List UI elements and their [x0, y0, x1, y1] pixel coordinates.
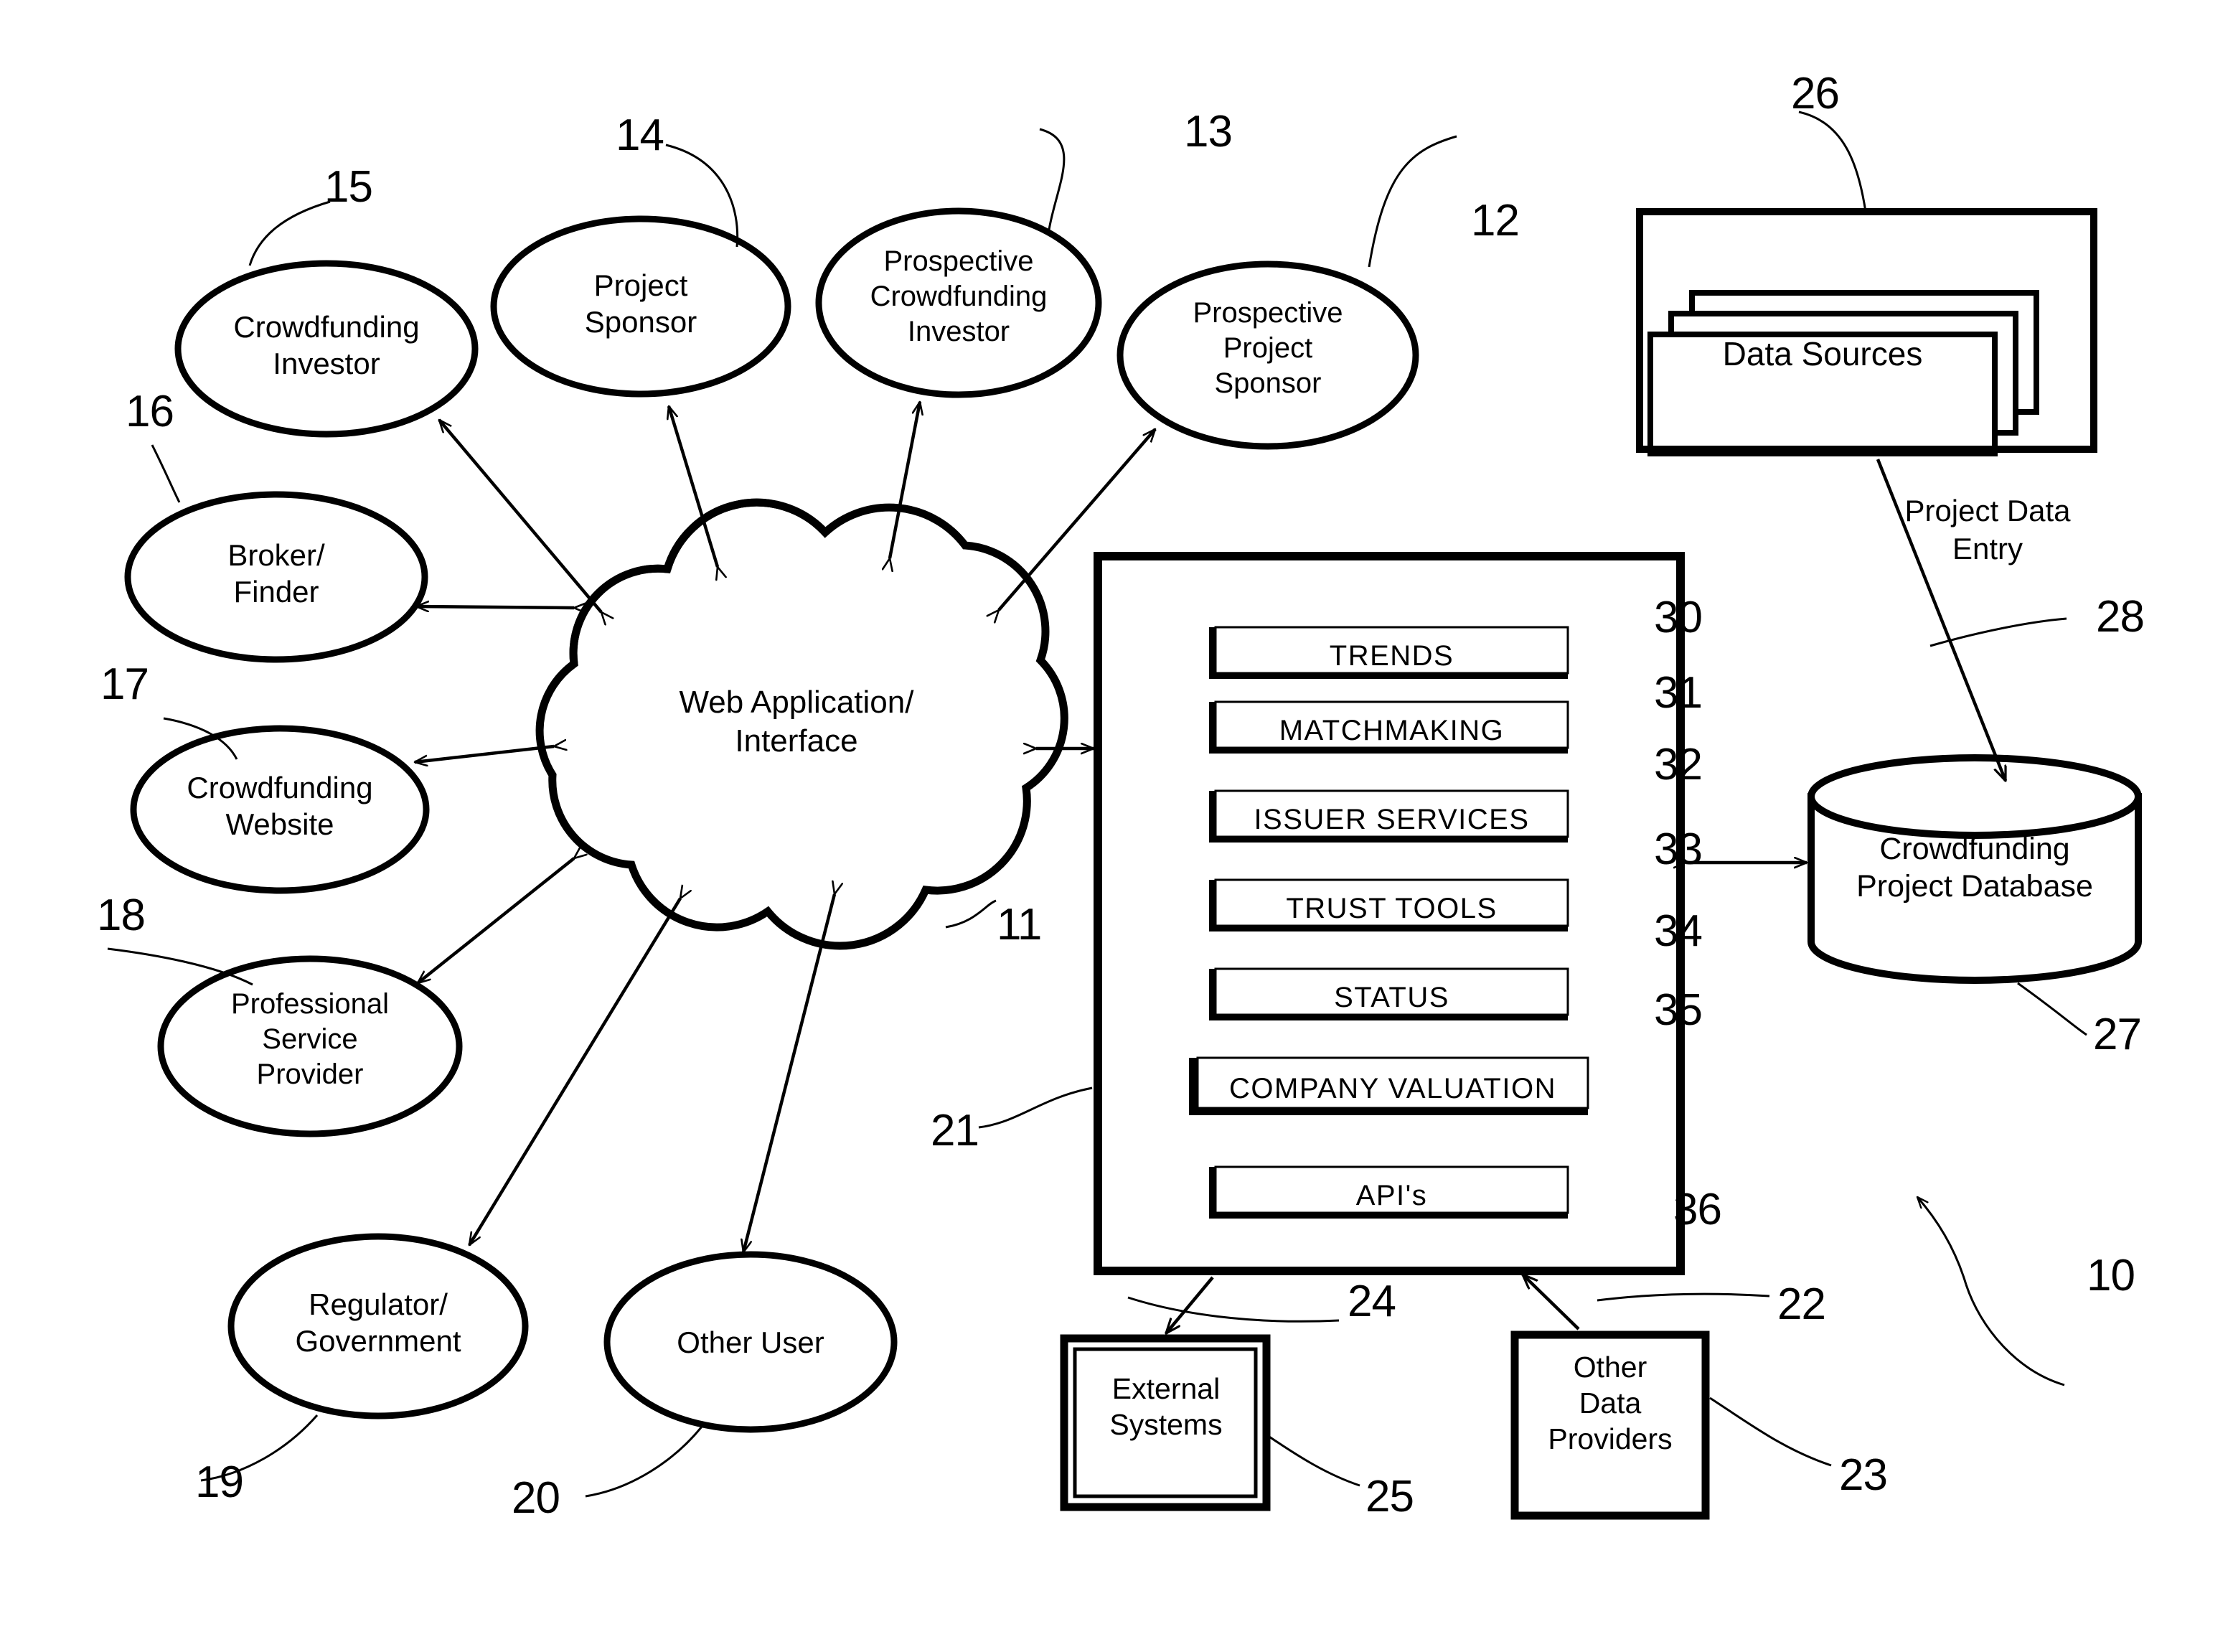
module-label-issuer-services: ISSUER SERVICES: [1254, 804, 1530, 835]
node-shape-data-sources: [1636, 208, 2097, 456]
patent-diagram-canvas: Crowdfunding Investor Project Sponsor Pr…: [0, 0, 2233, 1652]
ref-number-18: 18: [97, 891, 146, 940]
node-shape-web-application-cloud: [535, 498, 1068, 950]
node-shape-other-user: [603, 1251, 898, 1433]
ref-number-24: 24: [1348, 1277, 1396, 1326]
ref-number-28: 28: [2096, 592, 2145, 642]
node-shape-prospective-crowdfunding-investor: [815, 207, 1102, 398]
edge-label-project-data-entry: Project Data Entry: [1904, 494, 2071, 565]
ref-number-11: 11: [997, 900, 1042, 949]
node-shape-regulator-government: [227, 1233, 529, 1419]
ref-number-31: 31: [1654, 668, 1703, 718]
module-label-status: STATUS: [1334, 982, 1449, 1013]
node-shape-prospective-project-sponsor: [1116, 261, 1419, 450]
node-shape-crowdfunding-investor: [174, 260, 479, 438]
ref-number-30: 30: [1654, 593, 1703, 642]
node-shape-professional-service-provider: [157, 955, 463, 1137]
diagram-vector-layer: [107, 111, 2142, 1520]
ref-number-16: 16: [126, 387, 174, 436]
module-label-trust-tools: TRUST TOOLS: [1286, 893, 1498, 924]
module-label-trends: TRENDS: [1329, 640, 1454, 672]
module-label-matchmaking: MATCHMAKING: [1279, 715, 1505, 746]
ref-number-32: 32: [1654, 740, 1703, 789]
node-shape-broker-finder: [124, 491, 428, 663]
ref-number-12: 12: [1471, 196, 1520, 245]
ref-number-33: 33: [1654, 825, 1703, 874]
module-label-apis: API's: [1355, 1180, 1428, 1211]
ref-number-27: 27: [2093, 1010, 2142, 1059]
node-shape-other-data-providers: [1510, 1330, 1710, 1520]
ref-number-13: 13: [1184, 107, 1233, 156]
module-label-company-valuation: COMPANY VALUATION: [1229, 1073, 1556, 1104]
ref-number-23: 23: [1839, 1450, 1888, 1500]
node-shape-external-systems: [1060, 1334, 1271, 1511]
ref-number-26: 26: [1791, 69, 1840, 118]
ref-number-17: 17: [100, 660, 149, 709]
ref-number-22: 22: [1777, 1280, 1826, 1329]
ref-number-14: 14: [616, 111, 664, 160]
ref-number-15: 15: [324, 162, 373, 212]
ref-number-21: 21: [931, 1106, 979, 1155]
ref-number-10: 10: [2087, 1251, 2135, 1300]
node-shape-project-sponsor: [490, 215, 791, 398]
ref-number-20: 20: [512, 1473, 560, 1523]
ref-number-36: 36: [1673, 1185, 1722, 1234]
ref-number-34: 34: [1654, 906, 1703, 956]
ref-number-25: 25: [1365, 1472, 1414, 1521]
ref-number-19: 19: [195, 1458, 244, 1507]
node-shape-crowdfunding-project-database: [1807, 754, 2142, 984]
ref-number-35: 35: [1654, 985, 1703, 1035]
node-shape-crowdfunding-website: [130, 725, 430, 894]
